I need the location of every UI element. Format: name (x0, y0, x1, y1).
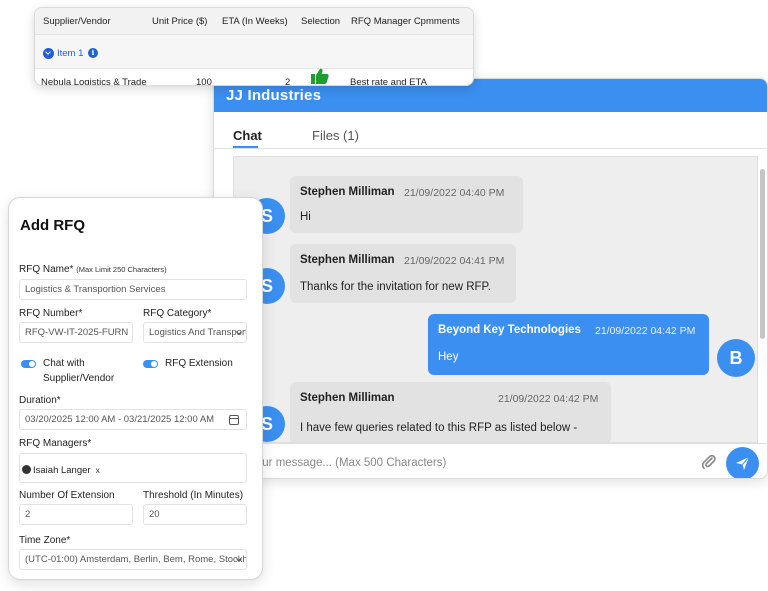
message-time: 21/09/2022 04:42 PM (498, 393, 599, 405)
chat-toggle-label-1: Chat with (43, 358, 85, 369)
user-icon (22, 465, 31, 474)
message-text: Hey (438, 351, 459, 363)
cell-unit-price: 100 (196, 77, 212, 86)
thumbs-up-icon[interactable] (311, 68, 329, 84)
manager-chip: Isaiah Langer x (18, 462, 104, 478)
threshold-field[interactable]: 20 (143, 504, 247, 525)
cell-eta: 2 (285, 77, 291, 86)
col-comments: RFQ Manager Cpmments (351, 16, 460, 27)
chat-window: JJ Industries Chat Files (1) S Stephen M… (213, 78, 768, 479)
extensions-field[interactable]: 2 (19, 504, 133, 525)
timezone-value: (UTC-01:00) Amsterdam, Berlin, Bem, Rome… (25, 554, 247, 565)
paperclip-icon[interactable] (701, 454, 717, 470)
form-title: Add RFQ (20, 217, 85, 234)
message-time: 21/09/2022 04:41 PM (404, 255, 505, 267)
col-unit-price: Unit Price ($) (152, 16, 208, 27)
rfq-category-select[interactable]: Logistics And Transportation (143, 322, 247, 343)
rfq-extension-label: RFQ Extension (165, 358, 233, 369)
info-icon[interactable]: i (88, 48, 98, 58)
col-eta: ETA (In Weeks) (222, 16, 288, 27)
timezone-label: Time Zone* (19, 535, 71, 546)
duration-label: Duration* (19, 395, 61, 406)
rfq-name-hint: (Max Limit 250 Characters) (76, 265, 167, 274)
extensions-label: Number Of Extension (19, 490, 115, 501)
chat-with-vendor-toggle[interactable] (21, 360, 36, 368)
rfq-managers-label: RFQ Managers* (19, 438, 92, 449)
rfq-name-label: RFQ Name* (Max Limit 250 Characters) (19, 264, 167, 275)
table-header-row: Supplier/Vendor Unit Price ($) ETA (In W… (35, 8, 473, 35)
message-bubble: Stephen Milliman 21/09/2022 04:40 PM Hi (290, 176, 523, 233)
send-icon (736, 456, 750, 470)
calendar-icon[interactable] (229, 415, 239, 425)
duration-field[interactable]: 03/20/2025 12:00 AM - 03/21/2025 12:00 A… (19, 409, 247, 430)
message-author: Stephen Milliman (300, 186, 395, 198)
message-text: Hi (300, 211, 311, 223)
message-bubble-own: Beyond Key Technologies 21/09/2022 04:42… (428, 314, 709, 375)
message-text: Thanks for the invitation for new RFP. (300, 281, 491, 293)
rfq-extension-toggle[interactable] (143, 360, 158, 368)
tab-files[interactable]: Files (1) (312, 128, 359, 143)
threshold-label: Threshold (In Minutes) (143, 490, 244, 501)
supplier-table-card: Supplier/Vendor Unit Price ($) ETA (In W… (34, 7, 474, 86)
rfq-number-field[interactable]: RFQ-VW-IT-2025-FURN (19, 322, 133, 343)
remove-chip-icon[interactable]: x (96, 465, 100, 475)
col-supplier: Supplier/Vendor (43, 16, 111, 27)
message-time: 21/09/2022 04:40 PM (404, 187, 505, 199)
message-author: Stephen Milliman (300, 254, 395, 266)
chat-toggle-label-2: Supplier/Vendor (43, 373, 115, 384)
rfq-name-label-text: RFQ Name* (19, 264, 74, 275)
item-group-label[interactable]: Item 1 (57, 48, 83, 59)
manager-chip-name: Isaiah Langer (33, 465, 91, 476)
add-rfq-form: Add RFQ RFQ Name* (Max Limit 250 Charact… (8, 197, 263, 580)
message-author: Stephen Milliman (300, 392, 395, 404)
chat-title: JJ Industries (226, 87, 322, 104)
rfq-category-value: Logistics And Transportation (149, 327, 246, 338)
tab-chat[interactable]: Chat (233, 128, 262, 143)
timezone-select[interactable]: (UTC-01:00) Amsterdam, Berlin, Bem, Rome… (19, 549, 247, 570)
rfq-name-field[interactable]: Logistics & Transportion Services (19, 279, 247, 300)
tab-divider (214, 148, 767, 149)
message-text: I have few queries related to this RFP a… (300, 422, 578, 434)
message-input[interactable] (222, 453, 692, 473)
send-button[interactable] (726, 447, 759, 478)
message-list[interactable]: S Stephen Milliman 21/09/2022 04:40 PM H… (233, 156, 758, 443)
chevron-down-icon[interactable] (43, 48, 54, 59)
message-bubble: Stephen Milliman 21/09/2022 04:42 PM I h… (290, 382, 611, 442)
cell-supplier: Nebula Logistics & Trade (41, 77, 147, 86)
message-time: 21/09/2022 04:42 PM (595, 325, 696, 337)
cell-comment: Best rate and ETA (350, 77, 427, 86)
col-selection: Selection (301, 16, 341, 27)
item-group-row[interactable]: Item 1 i (35, 35, 473, 69)
message-scrollbar[interactable] (760, 169, 765, 339)
duration-value: 03/20/2025 12:00 AM - 03/21/2025 12:00 A… (25, 414, 215, 425)
message-composer (214, 443, 767, 478)
message-bubble: Stephen Milliman 21/09/2022 04:41 PM Tha… (290, 244, 516, 303)
rfq-category-label: RFQ Category* (143, 308, 212, 319)
rfq-number-label: RFQ Number* (19, 308, 83, 319)
message-author: Beyond Key Technologies (438, 324, 581, 336)
avatar: B (717, 339, 755, 377)
